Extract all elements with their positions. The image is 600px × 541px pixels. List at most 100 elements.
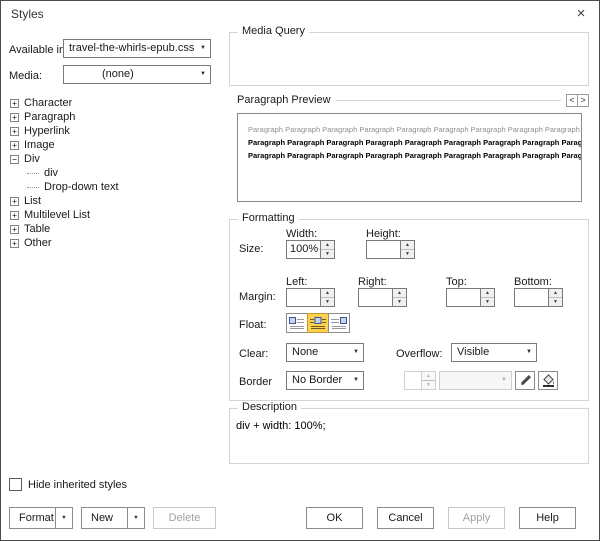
margin-top-label: Top: [446, 276, 467, 288]
tree-item-label: Multilevel List [24, 209, 90, 221]
expand-icon[interactable]: + [10, 127, 19, 136]
cancel-button[interactable]: Cancel [377, 507, 434, 529]
spin-up-icon[interactable]: ▲ [481, 289, 494, 298]
float-left-button[interactable] [286, 313, 308, 333]
tree-item-div-child[interactable]: div [9, 166, 214, 180]
new-button-label: New [82, 508, 127, 528]
spin-down-icon[interactable]: ▼ [321, 250, 334, 258]
expand-icon[interactable]: + [10, 211, 19, 220]
height-input[interactable]: ▲▼ [366, 240, 415, 259]
spin-down-icon[interactable]: ▼ [393, 298, 406, 306]
title-bar: Styles × [1, 1, 599, 27]
spin-up-icon[interactable]: ▲ [549, 289, 562, 298]
margin-bottom-label: Bottom: [514, 276, 552, 288]
expand-icon[interactable]: + [10, 197, 19, 206]
tree-item-list[interactable]: + List [9, 194, 214, 208]
margin-right-label: Right: [358, 276, 387, 288]
margin-bottom-input[interactable]: ▲▼ [514, 288, 563, 307]
spin-down-icon[interactable]: ▼ [549, 298, 562, 306]
tree-item-label: Drop-down text [44, 181, 119, 193]
spinner: ▲▼ [480, 289, 494, 306]
tree-item-div[interactable]: − Div [9, 152, 214, 166]
media-select[interactable]: (none) ▼ [63, 65, 211, 84]
chevron-down-icon: ▼ [353, 349, 359, 355]
tree-item-multilevel-list[interactable]: + Multilevel List [9, 208, 214, 222]
float-left-icon [289, 317, 305, 330]
available-in-value: travel-the-whirls-epub.css [69, 40, 194, 57]
float-label: Float: [239, 319, 267, 331]
tree-item-hyperlink[interactable]: + Hyperlink [9, 124, 214, 138]
tree-item-character[interactable]: + Character [9, 96, 214, 110]
spin-down-icon[interactable]: ▼ [481, 298, 494, 306]
margin-top-input[interactable]: ▲▼ [446, 288, 495, 307]
float-right-button[interactable] [328, 313, 350, 333]
margin-right-input[interactable]: ▲▼ [358, 288, 407, 307]
formatting-legend: Formatting [238, 212, 299, 224]
tree-item-paragraph[interactable]: + Paragraph [9, 110, 214, 124]
expand-icon[interactable]: + [10, 141, 19, 150]
chevron-down-icon[interactable]: ▼ [55, 508, 72, 528]
delete-button: Delete [153, 507, 216, 529]
spin-down-icon[interactable]: ▼ [321, 298, 334, 306]
size-label: Size: [239, 243, 263, 255]
spin-up-icon[interactable]: ▲ [393, 289, 406, 298]
hide-inherited-checkbox[interactable] [9, 478, 22, 491]
tree-item-label: Table [24, 223, 50, 235]
border-width-input: ▲▼ [404, 371, 436, 390]
tree-item-other[interactable]: + Other [9, 236, 214, 250]
fill-color-button[interactable] [538, 371, 558, 390]
tree-item-label: Div [24, 153, 40, 165]
close-icon[interactable]: × [573, 5, 589, 22]
overflow-label: Overflow: [396, 348, 442, 360]
tree-item-image[interactable]: + Image [9, 138, 214, 152]
spin-up-icon[interactable]: ▲ [321, 289, 334, 298]
ok-button[interactable]: OK [306, 507, 363, 529]
clear-value: None [292, 344, 347, 361]
border-color-select: ▼ [439, 371, 512, 390]
hide-inherited-styles-row: Hide inherited styles [9, 478, 127, 491]
available-in-label: Available in: [9, 44, 68, 56]
float-right-icon [331, 317, 347, 330]
media-value: (none) [102, 66, 194, 83]
expand-icon[interactable]: + [10, 225, 19, 234]
margin-left-label: Left: [286, 276, 307, 288]
width-value: 100% [290, 241, 320, 258]
float-center-button[interactable] [307, 313, 329, 333]
help-button[interactable]: Help [519, 507, 576, 529]
expand-icon[interactable]: + [10, 99, 19, 108]
chevron-down-icon[interactable]: ▼ [127, 508, 144, 528]
overflow-select[interactable]: Visible ▼ [451, 343, 537, 362]
spin-down-icon[interactable]: ▼ [401, 250, 414, 258]
paragraph-preview-legend: Paragraph Preview [229, 94, 331, 106]
spin-up-icon[interactable]: ▲ [401, 241, 414, 250]
media-query-group: Media Query [229, 32, 589, 86]
preview-next-button[interactable]: > [577, 94, 589, 107]
pen-icon [519, 374, 532, 387]
clear-label: Clear: [239, 348, 268, 360]
preview-line: Paragraph Paragraph Paragraph Paragraph … [248, 125, 581, 134]
margin-label: Margin: [239, 291, 276, 303]
format-button[interactable]: Format ▼ [9, 507, 73, 529]
available-in-select[interactable]: travel-the-whirls-epub.css ▼ [63, 39, 211, 58]
description-text: div + width: 100%; [236, 420, 326, 432]
border-style-select[interactable]: No Border ▼ [286, 371, 364, 390]
expand-icon[interactable]: + [10, 113, 19, 122]
expand-icon[interactable]: + [10, 239, 19, 248]
paint-bucket-icon [542, 374, 555, 387]
border-pen-button[interactable] [515, 371, 535, 390]
spinner: ▲▼ [400, 241, 414, 258]
spinner: ▲▼ [421, 372, 435, 389]
tree-item-table[interactable]: + Table [9, 222, 214, 236]
tree-item-drop-down-text[interactable]: Drop-down text [9, 180, 214, 194]
tree-item-label: Hyperlink [24, 125, 70, 137]
width-input[interactable]: 100% ▲▼ [286, 240, 335, 259]
width-label: Width: [286, 228, 317, 240]
collapse-icon[interactable]: − [10, 155, 19, 164]
window-title: Styles [11, 7, 44, 21]
media-query-legend: Media Query [238, 25, 309, 37]
new-button[interactable]: New ▼ [81, 507, 145, 529]
chevron-down-icon: ▼ [200, 45, 206, 51]
clear-select[interactable]: None ▼ [286, 343, 364, 362]
margin-left-input[interactable]: ▲▼ [286, 288, 335, 307]
spin-up-icon[interactable]: ▲ [321, 241, 334, 250]
